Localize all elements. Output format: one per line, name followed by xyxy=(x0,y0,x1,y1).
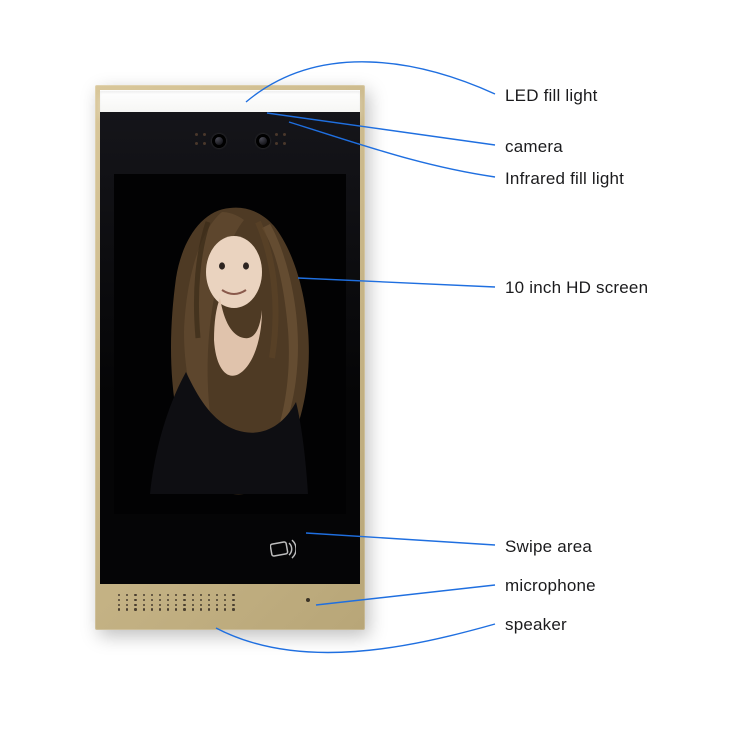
bottom-gold-strip xyxy=(100,584,360,624)
label-microphone: microphone xyxy=(505,576,596,596)
speaker-grille xyxy=(118,594,238,611)
ir-led-dot xyxy=(203,142,206,145)
ir-led-dot xyxy=(275,133,278,136)
label-speaker: speaker xyxy=(505,615,567,635)
ir-led-dot xyxy=(275,142,278,145)
label-screen: 10 inch HD screen xyxy=(505,278,648,298)
camera-lens-left xyxy=(212,134,226,148)
label-swipe-area: Swipe area xyxy=(505,537,592,557)
display-screen xyxy=(114,174,346,514)
ir-led-dot xyxy=(195,142,198,145)
camera-sensor-row xyxy=(100,112,360,174)
card-swipe-icon xyxy=(270,538,296,560)
device-frame xyxy=(95,85,365,630)
label-led-fill-light: LED fill light xyxy=(505,86,598,106)
camera-lens-right xyxy=(256,134,270,148)
label-infrared-fill-light: Infrared fill light xyxy=(505,169,624,189)
ir-led-dot xyxy=(203,133,206,136)
label-camera: camera xyxy=(505,137,563,157)
microphone-hole xyxy=(306,598,310,602)
ir-led-dot xyxy=(283,142,286,145)
ir-led-dot xyxy=(283,133,286,136)
screen-sample-portrait xyxy=(114,174,346,514)
ir-led-dot xyxy=(195,133,198,136)
led-fill-light-strip xyxy=(100,90,360,112)
swipe-area xyxy=(100,514,360,584)
front-black-panel xyxy=(100,112,360,584)
